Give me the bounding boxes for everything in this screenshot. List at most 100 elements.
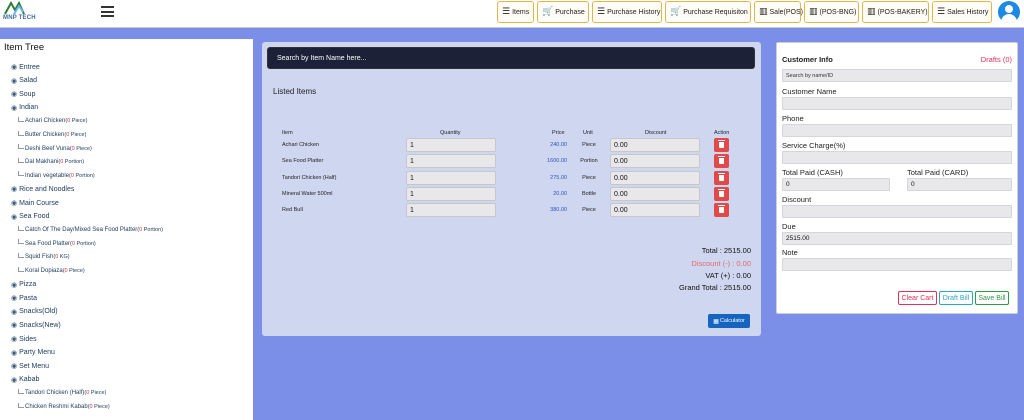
tree-category[interactable]: ◉ Salad [11, 75, 37, 87]
tree-category-label: Entree [19, 63, 40, 71]
paid-cash-field[interactable]: 0 [782, 178, 890, 191]
delete-row-button[interactable] [714, 171, 729, 185]
tree-category[interactable]: ◉ Indian [11, 102, 38, 114]
grand-total-label: Grand Total : 2515.00 [679, 283, 751, 292]
cart-row-price: 380.00 [550, 207, 567, 213]
item-tree-title: Item Tree [4, 42, 45, 53]
customer-info-panel: Customer Info Drafts (0) Search by name/… [776, 42, 1018, 314]
tree-item-label: Tandori Chicken (Half) [25, 390, 85, 397]
quantity-input[interactable]: 1 [406, 203, 496, 217]
tree-item[interactable]: Butter Chicken (0 Piece) [18, 129, 86, 141]
tree-category[interactable]: ◉ Soup [11, 88, 35, 100]
tree-category[interactable]: ◉ Party Menu [11, 347, 55, 359]
header-unit: Unit [583, 130, 593, 136]
tree-category[interactable]: ◉ Snacks(Old) [11, 306, 58, 318]
tree-category[interactable]: ◉ Pizza [11, 279, 36, 291]
tree-item[interactable]: Chicken Reshmi Kabab (0 Piece) [18, 401, 110, 413]
service-charge-field[interactable] [782, 151, 1012, 164]
tree-category[interactable]: ◉ Rice and Noodles [11, 183, 74, 195]
save-bill-button[interactable]: Save Bill [975, 291, 1009, 305]
category-cube-icon: ◉ [11, 294, 18, 303]
tree-category[interactable]: ◉ Kabab [11, 374, 39, 386]
brand-logo[interactable]: MNP TECH [2, 0, 36, 27]
paid-card-field[interactable]: 0 [907, 178, 1012, 191]
item-tree-panel: Item Tree ◉ Entree ◉ Salad ◉ Soup ◉ Indian Achar… [0, 39, 253, 420]
cart-row-price: 1600.00 [547, 158, 567, 164]
barcode-icon: ▥ [867, 7, 876, 17]
tree-branch-line [18, 157, 24, 163]
phone-field[interactable] [782, 124, 1012, 137]
quantity-input[interactable]: 1 [406, 171, 496, 185]
cart-row-unit: Piece [582, 142, 596, 148]
discount-field[interactable] [782, 205, 1012, 218]
drafts-link[interactable]: Drafts (0) [981, 55, 1012, 64]
category-cube-icon: ◉ [11, 212, 18, 221]
customer-search-input[interactable]: Search by name/ID [782, 69, 1012, 82]
tree-item[interactable]: Dal Makhani (0 Portion) [18, 156, 84, 168]
quantity-input[interactable]: 1 [406, 154, 496, 168]
tree-item-stock: (0 Piece) [87, 404, 110, 410]
cart-row-unit: Piece [582, 175, 596, 181]
delete-row-button[interactable] [714, 187, 729, 201]
menu-toggle-icon[interactable] [101, 6, 114, 17]
tree-item[interactable]: Achari Chicken (0 Piece) [18, 115, 87, 127]
tree-item-label: Deshi Beef Vuna [25, 145, 70, 152]
tree-item[interactable]: Deshi Beef Vuna (0 Piece) [18, 143, 92, 155]
trash-icon [718, 156, 725, 164]
nav-sale-pos-button[interactable]: ▥ Sale(POS) [754, 1, 803, 23]
tree-item[interactable]: Koral Dopiaza (0 Piece) [18, 265, 85, 277]
user-avatar-icon[interactable] [998, 1, 1020, 23]
discount-input[interactable]: 0.00 [610, 187, 700, 201]
tree-item-label: Chicken Reshmi Kabab [25, 404, 88, 410]
draft-bill-button[interactable]: Draft Bill [939, 291, 973, 305]
note-field[interactable] [782, 258, 1012, 271]
tree-category-label: Sides [19, 335, 37, 343]
tree-category[interactable]: ◉ Pasta [11, 292, 37, 304]
quantity-input[interactable]: 1 [406, 138, 496, 152]
tree-category-label: Sea Food [19, 213, 50, 221]
tree-category[interactable]: ◉ Entree [11, 61, 40, 73]
nav-purchase-button[interactable]: 🛒 Purchase [537, 1, 589, 23]
tree-category-label: Rice and Noodles [19, 185, 75, 193]
category-cube-icon: ◉ [11, 280, 18, 289]
service-charge-label: Service Charge(%) [782, 141, 846, 150]
customer-info-title: Customer Info [782, 55, 833, 64]
discount-input[interactable]: 0.00 [610, 171, 700, 185]
cart-icon: 🛒 [670, 7, 682, 17]
category-cube-icon: ◉ [11, 199, 18, 207]
clear-cart-button[interactable]: Clear Cart [898, 291, 937, 305]
tree-category[interactable]: ◉ Snacks(New) [11, 319, 61, 331]
nav-sales-history-button[interactable]: ☰ Sales History [932, 1, 992, 23]
discount-input[interactable]: 0.00 [610, 138, 700, 152]
discount-input[interactable]: 0.00 [610, 154, 700, 168]
quantity-input[interactable]: 1 [406, 187, 496, 201]
customer-name-field[interactable] [782, 97, 1012, 110]
cart-row-price: 240.00 [550, 142, 567, 148]
tree-item[interactable]: Indian vegetable (0 Portion) [18, 170, 95, 182]
tree-category[interactable]: ◉ Sea Food [11, 211, 49, 223]
nav-pos-bakery-button[interactable]: ▥ (POS-BAKERY) [862, 1, 929, 23]
tree-category[interactable]: ◉ Set Menu [11, 360, 49, 372]
delete-row-button[interactable] [714, 203, 729, 217]
tree-item-stock: (0 Portion) [137, 227, 163, 234]
item-search-input[interactable]: Search by Item Name here... [267, 47, 755, 69]
tree-item-stock: (0 Portion) [69, 172, 95, 179]
calculator-button[interactable]: ▦ Calculator [708, 314, 750, 328]
tree-item[interactable]: Squid Fish (0 KG) [18, 251, 70, 263]
tree-item-stock: (0 Piece) [84, 390, 107, 397]
delete-row-button[interactable] [714, 138, 729, 152]
nav-items-button[interactable]: ☰ Items [497, 1, 534, 23]
nav-purchase-requisition-button[interactable]: 🛒 Purchase Requisiton [665, 1, 751, 23]
tree-category-label: Indian [19, 104, 39, 112]
nav-purchase-history-button[interactable]: ☰ Purchase History [592, 1, 662, 23]
due-field[interactable]: 2515.00 [782, 232, 1012, 245]
tree-item-stock: (0 Portion) [70, 240, 96, 247]
discount-input[interactable]: 0.00 [610, 203, 700, 217]
tree-item[interactable]: Catch Of The Day/Mixed Sea Food Platter … [18, 224, 163, 236]
tree-category[interactable]: ◉ Main Course [11, 197, 59, 209]
tree-item[interactable]: Sea Food Platter (0 Portion) [18, 238, 96, 250]
tree-category[interactable]: ◉ Sides [11, 333, 37, 345]
nav-pos-bng-button[interactable]: ▥ (POS-BNG) [804, 1, 859, 23]
tree-item[interactable]: Tandori Chicken (Half) (0 Piece) [18, 387, 106, 399]
delete-row-button[interactable] [714, 154, 729, 168]
